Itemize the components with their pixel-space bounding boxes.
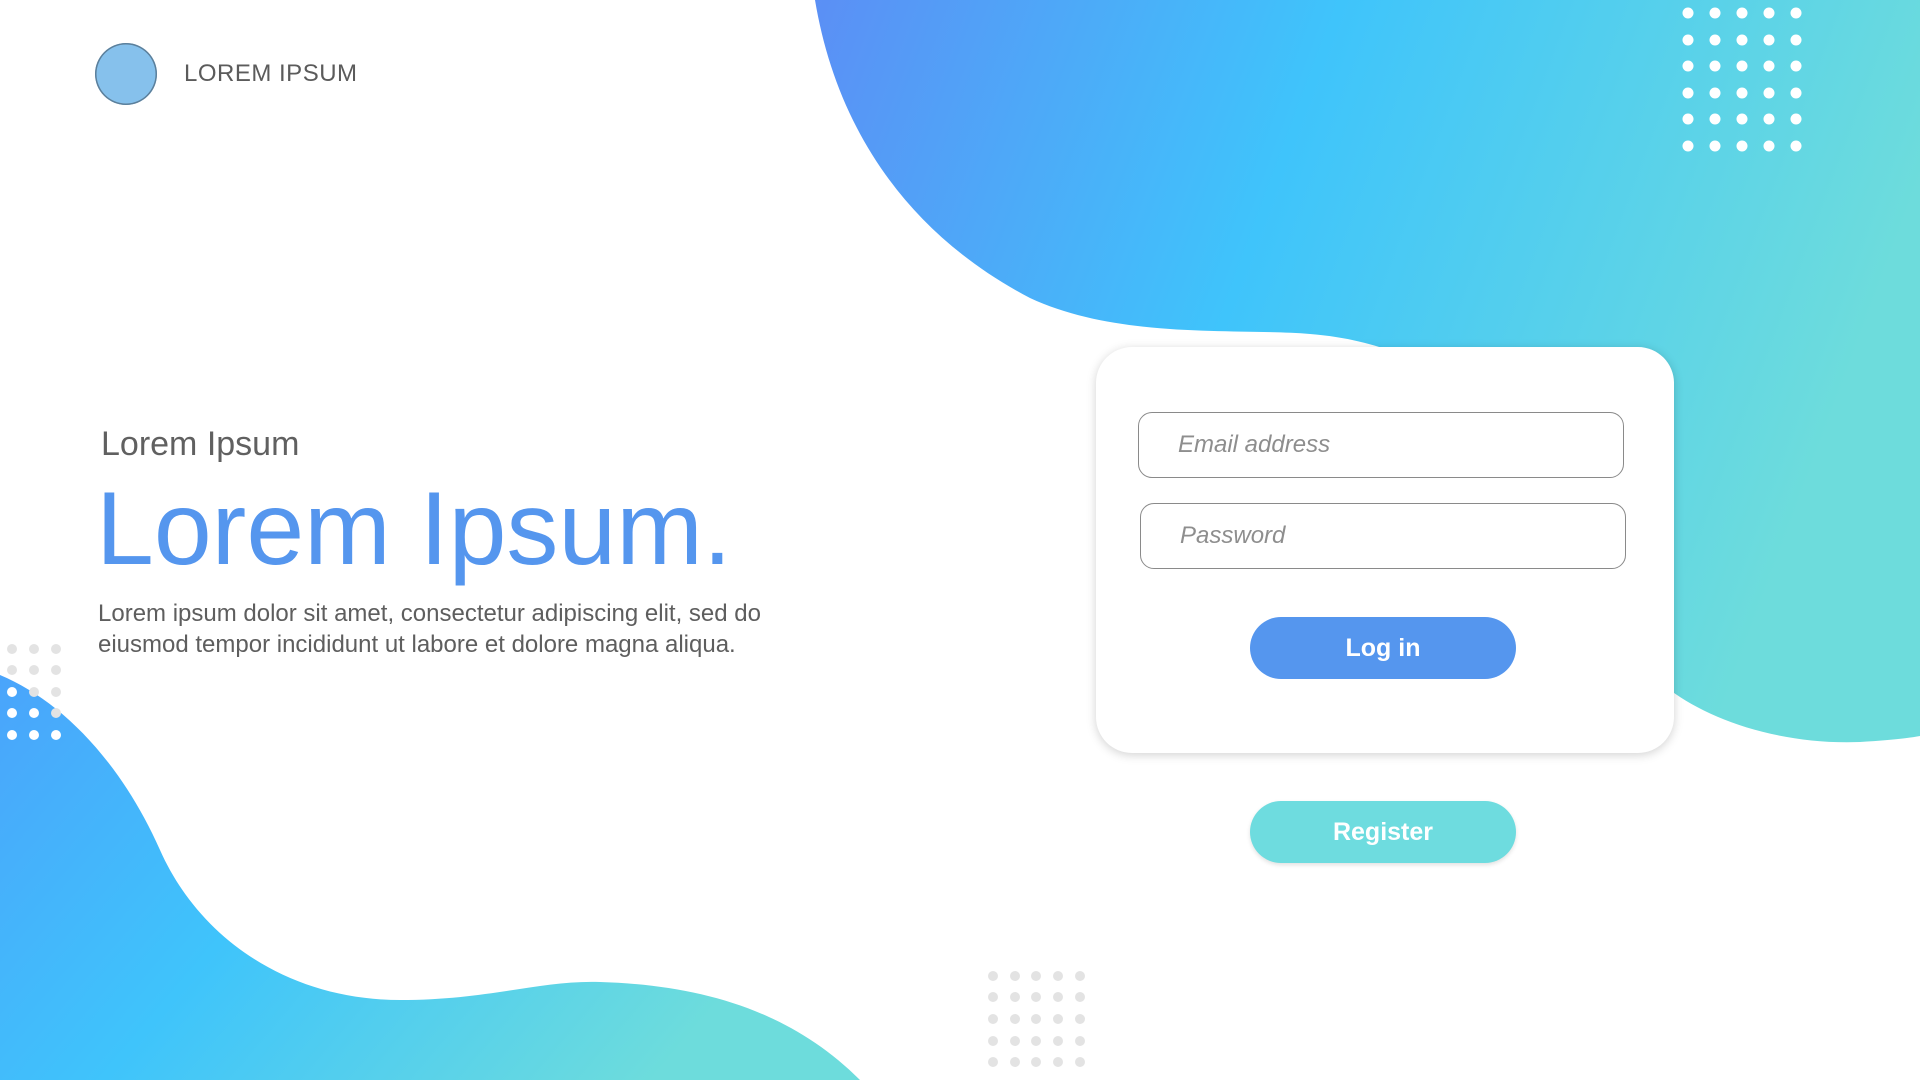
brand-name[interactable]: LOREM IPSUM (184, 60, 358, 88)
circle-logo-icon[interactable] (95, 43, 157, 105)
login-button[interactable]: Log in (1250, 617, 1516, 679)
hero-description: Lorem ipsum dolor sit amet, consectetur … (98, 600, 761, 658)
register-button[interactable]: Register (1250, 801, 1516, 863)
hero-headline: Lorem Ipsum. (96, 471, 732, 587)
hero-eyebrow: Lorem Ipsum (101, 425, 300, 463)
login-card (1096, 347, 1674, 753)
bottom-left-blob (0, 675, 860, 1080)
password-field[interactable] (1140, 503, 1626, 569)
landing-page: LOREM IPSUM Lorem Ipsum Lorem Ipsum. Lor… (0, 0, 1920, 1080)
dot-grid-bottom (988, 971, 1085, 1067)
email-field[interactable] (1138, 412, 1624, 478)
